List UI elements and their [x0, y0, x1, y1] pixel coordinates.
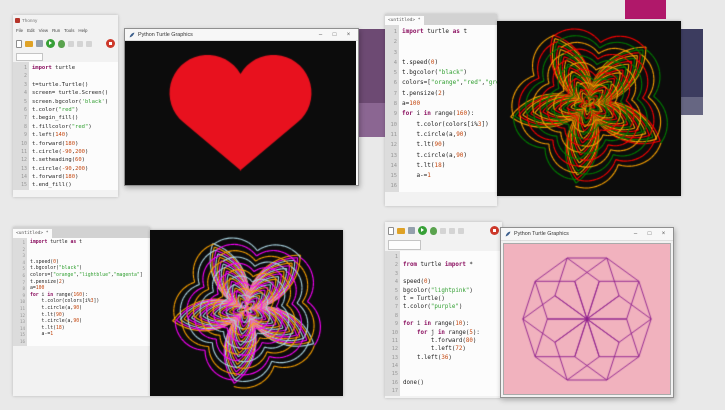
open-file-icon[interactable]	[25, 41, 33, 47]
step-into-icon[interactable]	[77, 41, 83, 47]
window-title: Python Turtle Graphics	[514, 231, 627, 237]
tab-strip: <untitled> *	[385, 14, 497, 25]
step-out-icon[interactable]	[86, 41, 92, 47]
thonny-icon	[15, 18, 20, 23]
minimize-button[interactable]: –	[630, 229, 641, 239]
magenta-accent-block	[625, 0, 666, 19]
thonny-window-pentagon: 1234567891011121314151617 from turtle im…	[385, 222, 502, 398]
code-editor-pentagon[interactable]: 1234567891011121314151617 from turtle im…	[385, 251, 502, 396]
new-file-icon[interactable]	[16, 40, 22, 48]
stop-icon[interactable]	[106, 39, 115, 48]
menu-item-help[interactable]: Help	[78, 28, 87, 33]
step-out-icon[interactable]	[458, 228, 464, 234]
step-over-icon[interactable]	[440, 228, 446, 234]
menu-item-file[interactable]: File	[16, 28, 23, 33]
thonny-title: Thonny	[22, 18, 37, 23]
editor-tab[interactable]	[388, 240, 421, 250]
code-editor-flower-pink[interactable]: 12345678910111213141516 import turtle as…	[13, 238, 150, 346]
turtle-window-pentagon[interactable]: Python Turtle Graphics – □ ×	[500, 227, 674, 398]
editor-tab[interactable]	[16, 53, 43, 61]
step-over-icon[interactable]	[68, 41, 74, 47]
maximize-button[interactable]: □	[329, 30, 340, 40]
code-editor-heart[interactable]: 123456789101112131415 import turtle t=tu…	[13, 62, 118, 190]
close-button[interactable]: ×	[658, 229, 669, 239]
navy-accent-bottom	[681, 97, 703, 115]
step-into-icon[interactable]	[449, 228, 455, 234]
window-title: Python Turtle Graphics	[138, 32, 312, 38]
line-numbers: 12345678910111213141516	[13, 238, 27, 346]
turtle-canvas-heart	[125, 41, 356, 185]
tab-strip: <untitled> *	[13, 227, 150, 238]
debug-icon[interactable]	[430, 227, 437, 235]
menu-item-view[interactable]: View	[39, 28, 48, 33]
editor-tab[interactable]: <untitled> *	[385, 16, 424, 25]
line-numbers: 123456789101112131415	[13, 62, 29, 190]
thonny-titlebar: Thonny	[13, 15, 118, 25]
code-lines[interactable]: import turtle t=turtle.Turtle()screen= t…	[29, 62, 118, 190]
python-icon	[129, 32, 135, 38]
python-icon	[505, 231, 511, 237]
debug-icon[interactable]	[58, 40, 65, 48]
turtle-window-titlebar[interactable]: Python Turtle Graphics – □ ×	[501, 228, 673, 241]
open-file-icon[interactable]	[397, 228, 405, 234]
line-numbers: 1234567891011121314151617	[385, 251, 400, 396]
thonny-menubar: File Edit View Run Tools Help	[13, 25, 118, 35]
run-icon[interactable]	[418, 226, 427, 235]
code-editor-flower-orange[interactable]: 12345678910111213141516 import turtle as…	[385, 25, 497, 192]
code-lines[interactable]: import turtle as t t.speed(0)t.bgcolor("…	[399, 25, 497, 192]
run-icon[interactable]	[46, 39, 55, 48]
new-file-icon[interactable]	[388, 227, 394, 235]
editor-panel-flower-pink: <untitled> * 12345678910111213141516 imp…	[13, 227, 150, 396]
editor-tab[interactable]: <untitled> *	[13, 229, 52, 238]
slide-background: Thonny File Edit View Run Tools Help 12345678…	[0, 0, 725, 410]
menu-item-edit[interactable]: Edit	[27, 28, 35, 33]
editor-panel-flower-orange: <untitled> * 12345678910111213141516 imp…	[385, 14, 497, 206]
line-numbers: 12345678910111213141516	[385, 25, 399, 192]
navy-accent-top	[681, 29, 703, 97]
turtle-canvas-pentagon	[503, 243, 671, 395]
thonny-toolbar	[13, 35, 118, 52]
menu-item-tools[interactable]: Tools	[64, 28, 74, 33]
stop-icon[interactable]	[490, 226, 499, 235]
minimize-button[interactable]: –	[315, 30, 326, 40]
thonny-window-heart: Thonny File Edit View Run Tools Help 12345678…	[13, 15, 118, 197]
turtle-canvas-flower-orange	[497, 21, 681, 196]
maximize-button[interactable]: □	[644, 229, 655, 239]
close-button[interactable]: ×	[343, 30, 354, 40]
turtle-canvas-flower-pink	[150, 230, 343, 396]
turtle-window-heart[interactable]: Python Turtle Graphics – □ ×	[124, 28, 359, 186]
save-icon[interactable]	[408, 227, 415, 234]
code-lines[interactable]: import turtle as t t.speed(0)t.bgcolor("…	[27, 238, 150, 346]
turtle-window-titlebar[interactable]: Python Turtle Graphics – □ ×	[125, 29, 358, 41]
save-icon[interactable]	[36, 40, 43, 47]
menu-item-run[interactable]: Run	[52, 28, 60, 33]
navy-accent-block	[681, 29, 703, 115]
code-lines[interactable]: from turtle import * speed(0)bgcolor("li…	[400, 251, 502, 396]
thonny-toolbar	[385, 222, 502, 239]
